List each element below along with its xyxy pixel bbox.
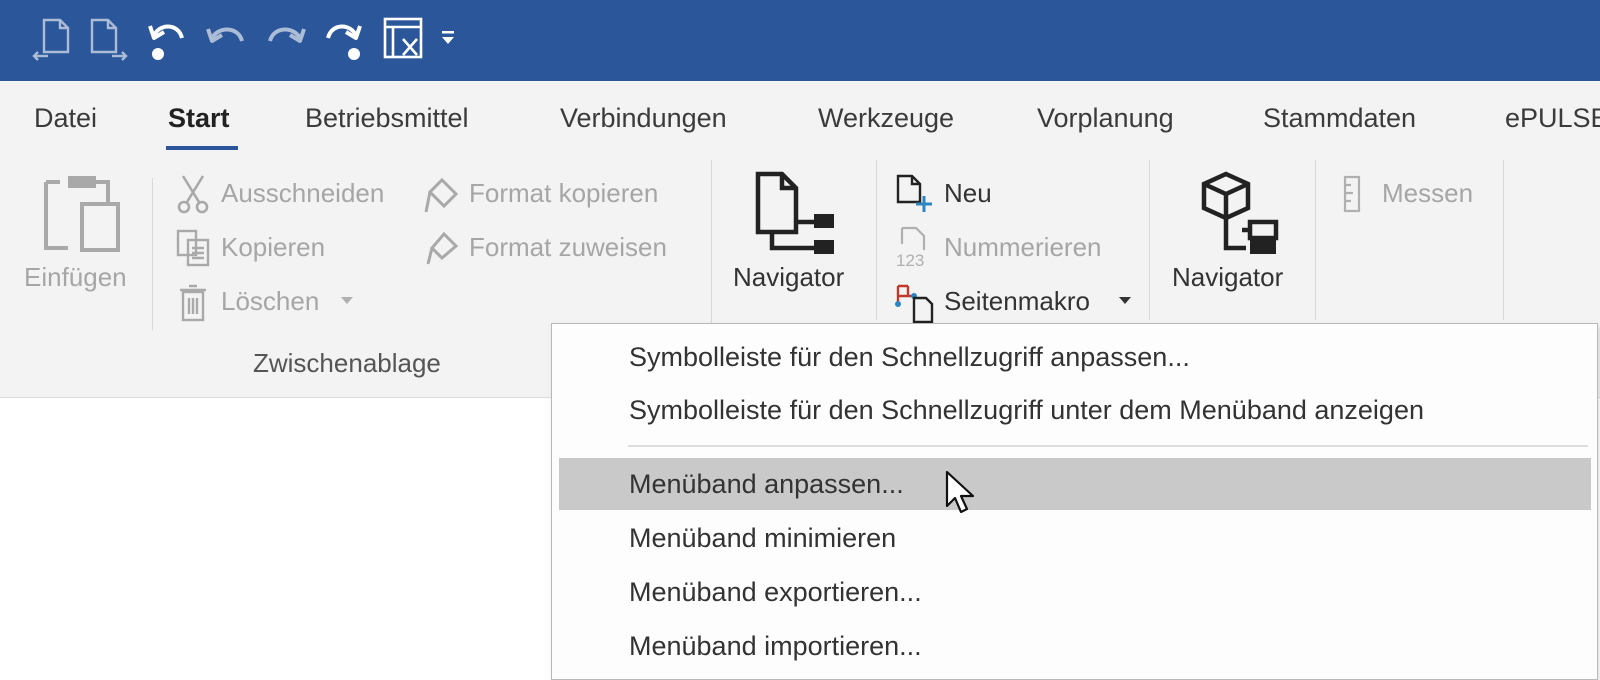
clipboard-group-label: Zwischenablage [253,348,441,378]
ribbon-context-menu: Symbolleiste für den Schnellzugriff anpa… [551,323,1598,680]
menu-item-label: Menüband anpassen... [629,469,904,499]
3d-navigator-icon[interactable] [1198,170,1286,256]
page-back-icon[interactable] [26,10,78,68]
format-assign-button[interactable]: Format zuweisen [469,232,667,263]
new-button[interactable]: Neu [944,178,992,209]
format-painter-icon [424,174,460,214]
divider [1503,160,1504,320]
scissors-icon [175,174,211,214]
tab-stammdaten[interactable]: Stammdaten [1263,103,1416,134]
redo-dot-icon[interactable] [318,10,370,68]
menu-item-label: Menüband minimieren [629,523,897,553]
menu-item-label: Menüband importieren... [629,631,922,661]
page-macro-button[interactable]: Seitenmakro [944,286,1090,317]
divider [152,178,153,330]
page-macro-icon [894,280,936,324]
title-bar [0,0,1600,81]
chevron-down-icon[interactable] [340,296,354,306]
delete-button[interactable]: Löschen [221,286,319,317]
tab-vorplanung[interactable]: Vorplanung [1037,103,1174,134]
active-tab-indicator [166,146,238,150]
paste-label[interactable]: Einfügen [24,262,127,293]
new-page-icon [894,172,934,214]
measure-button[interactable]: Messen [1382,178,1473,209]
tab-werkzeuge[interactable]: Werkzeuge [818,103,954,134]
tab-verbindungen[interactable]: Verbindungen [560,103,727,134]
divider [1149,160,1150,320]
menu-item-label: Symbolleiste für den Schnellzugriff unte… [629,395,1424,425]
customize-dropdown-icon[interactable] [432,10,464,68]
undo-dot-icon[interactable] [140,10,192,68]
divider [876,160,877,320]
trash-icon [178,284,208,322]
tab-datei[interactable]: Datei [34,103,97,134]
menu-separator [628,445,1588,447]
menu-item-customize-quick-access[interactable]: Symbolleiste für den Schnellzugriff anpa… [559,331,1591,383]
redo-icon[interactable] [260,10,312,68]
copy-button[interactable]: Kopieren [221,232,325,263]
paste-icon[interactable] [38,170,124,260]
number-button[interactable]: Nummerieren [944,232,1102,263]
menu-item-customize-ribbon[interactable]: Menüband anpassen... [559,458,1591,510]
format-copy-button[interactable]: Format kopieren [469,178,658,209]
undo-icon[interactable] [200,10,252,68]
copy-icon [175,228,211,268]
navigator-3d-button[interactable]: Navigator [1172,262,1283,293]
page-forward-icon[interactable] [82,10,134,68]
chevron-down-icon[interactable] [1118,296,1132,306]
table-clear-icon[interactable] [378,10,430,68]
page-navigator-icon[interactable] [752,170,844,256]
menu-item-import-ribbon[interactable]: Menüband importieren... [559,620,1591,672]
mouse-cursor-icon [945,470,977,521]
menu-item-show-quick-access-below[interactable]: Symbolleiste für den Schnellzugriff unte… [559,384,1591,436]
navigator-button[interactable]: Navigator [733,262,844,293]
tab-betriebsmittel[interactable]: Betriebsmittel [305,103,469,134]
svg-text:123: 123 [896,251,924,270]
divider [1315,160,1316,320]
ruler-icon [1340,174,1364,214]
menu-item-label: Symbolleiste für den Schnellzugriff anpa… [629,342,1190,372]
menu-item-export-ribbon[interactable]: Menüband exportieren... [559,566,1591,618]
menu-item-label: Menüband exportieren... [629,577,922,607]
tab-start[interactable]: Start [168,103,230,134]
numbering-icon: 123 [896,226,936,270]
tab-epulse[interactable]: ePULSE [1505,103,1600,134]
format-apply-icon [424,228,460,268]
menu-item-minimize-ribbon[interactable]: Menüband minimieren [559,512,1591,564]
cut-button[interactable]: Ausschneiden [221,178,384,209]
